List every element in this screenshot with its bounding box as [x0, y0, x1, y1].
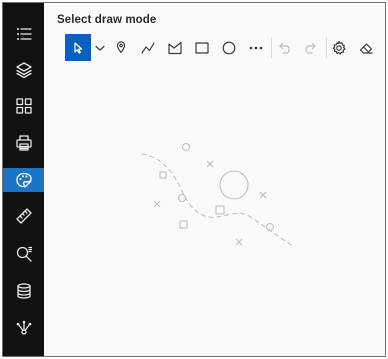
more-tools-button[interactable] [244, 34, 268, 61]
polygon-icon [168, 41, 182, 54]
sidebar-item-data[interactable] [3, 279, 44, 303]
empty-state-illustration [141, 142, 295, 248]
sidebar-item-layer-list[interactable] [3, 22, 44, 46]
undo-icon [279, 42, 290, 54]
search-icon [16, 246, 32, 262]
sidebar-item-search[interactable] [3, 242, 44, 266]
rectangle-tool-button[interactable] [190, 34, 214, 61]
polyline-tool-button[interactable] [136, 34, 160, 61]
database-icon [16, 283, 31, 299]
redo-icon [305, 42, 316, 54]
select-tool-button[interactable] [65, 34, 91, 61]
redo-button[interactable] [299, 34, 323, 61]
list-icon [16, 28, 32, 40]
polygon-tool-button[interactable] [163, 34, 187, 61]
chevron-down-icon [95, 45, 105, 51]
polyline-icon [141, 41, 155, 54]
settings-button[interactable] [327, 34, 351, 61]
sidebar-item-measure[interactable] [3, 204, 44, 228]
sidebar-item-print[interactable] [3, 131, 44, 155]
cursor-icon [74, 41, 83, 54]
palette-icon [15, 172, 32, 188]
grid-icon [15, 98, 32, 114]
sidebar-item-basemap-gallery[interactable] [3, 94, 44, 118]
point-tool-button[interactable] [109, 34, 133, 61]
sidebar-item-sketch[interactable] [3, 168, 44, 192]
sketch-widget-frame: Select draw mode [2, 2, 386, 357]
circle-icon [222, 41, 236, 54]
pin-icon [116, 40, 126, 53]
rectangle-icon [195, 41, 209, 54]
network-icon [16, 320, 31, 335]
panel-title: Select draw mode [57, 14, 157, 26]
printer-icon [15, 135, 32, 151]
sidebar-item-layers[interactable] [3, 58, 44, 82]
undo-button[interactable] [272, 34, 296, 61]
sketch-panel: Select draw mode [44, 3, 385, 356]
sidebar [3, 3, 44, 356]
layers-icon [15, 62, 32, 79]
select-options-dropdown[interactable] [92, 34, 108, 61]
clear-button[interactable] [354, 34, 378, 61]
ellipsis-icon [249, 46, 263, 49]
sidebar-item-share[interactable] [3, 316, 44, 340]
eraser-icon [359, 42, 373, 54]
gear-icon [332, 40, 346, 55]
ruler-icon [15, 208, 32, 224]
circle-tool-button[interactable] [217, 34, 241, 61]
